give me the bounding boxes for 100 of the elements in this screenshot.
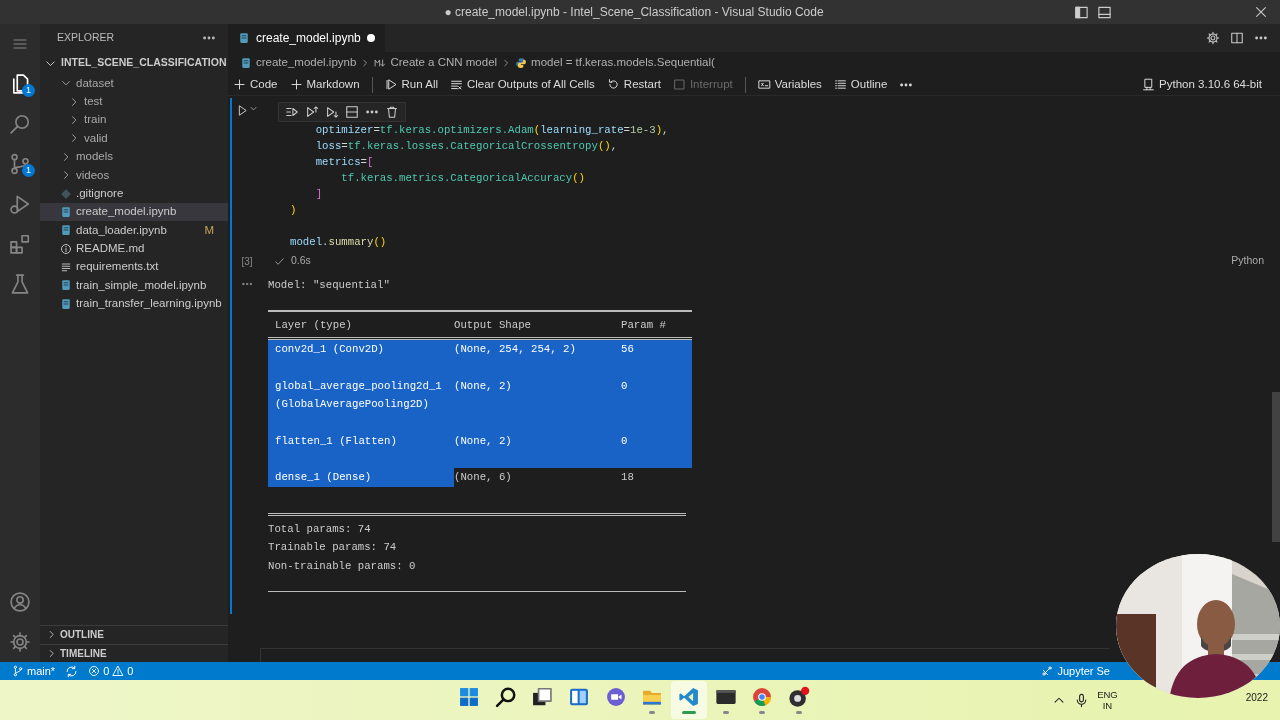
execution-count: [3] <box>241 254 253 269</box>
python-icon <box>515 57 528 69</box>
run-above-icon[interactable] <box>305 105 319 119</box>
table-cell: 56 <box>621 340 692 359</box>
output-text: Trainable params: 74 <box>268 540 398 556</box>
extensions-icon[interactable] <box>9 233 31 255</box>
folder-item[interactable]: models <box>40 147 228 166</box>
toolbar-button[interactable]: Outline <box>833 75 888 94</box>
file-item[interactable]: train_simple_model.ipynb <box>40 276 228 295</box>
code-line: optimizer=tf.keras.optimizers.Adam(learning_rate=1e-3), <box>314 123 670 138</box>
error-count: 0 <box>103 663 110 679</box>
settings-icon[interactable] <box>1206 31 1220 45</box>
count-badge: 1 <box>22 84 35 97</box>
folder-item[interactable]: valid <box>40 129 228 148</box>
sidebar-toggle-icon[interactable] <box>1074 4 1089 20</box>
modified-marker: M <box>204 222 214 238</box>
info-icon <box>60 242 72 255</box>
close-icon[interactable] <box>1254 5 1268 19</box>
run-all-icon <box>384 78 398 91</box>
scrollbar-thumb[interactable] <box>1272 392 1280 542</box>
notebook-file-icon <box>60 297 72 310</box>
file-item[interactable]: create_model.ipynb <box>40 202 228 222</box>
widgets-icon[interactable] <box>567 686 590 708</box>
caret-icon[interactable] <box>249 104 258 113</box>
breadcrumb-item[interactable]: create_model.ipynb <box>256 54 357 72</box>
folder-item[interactable]: videos <box>40 165 228 185</box>
plus-icon <box>289 78 303 91</box>
branch-indicator[interactable]: main* <box>12 662 56 680</box>
toolbar-button[interactable]: Restart <box>606 75 661 94</box>
input-region[interactable]: IN <box>1097 700 1118 711</box>
server-status[interactable]: Jupyter Se <box>1057 662 1110 680</box>
run-icon[interactable] <box>9 193 31 215</box>
notebook-file-icon <box>60 224 72 237</box>
column-header: Output Shape <box>454 317 532 333</box>
folder-header[interactable]: INTEL_SCENE_CLASSIFICATION <box>40 52 228 74</box>
file-item[interactable]: requirements.txt <box>40 257 228 277</box>
flask-icon[interactable] <box>9 273 31 295</box>
account-icon[interactable] <box>9 591 31 613</box>
output-text: Model: "sequential" <box>268 278 391 293</box>
cell-language[interactable]: Python <box>1231 253 1264 269</box>
toolbar-button[interactable]: Variables <box>757 75 822 94</box>
run-below-icon[interactable] <box>325 105 339 119</box>
markdown-icon <box>374 57 387 69</box>
folder-item[interactable]: dataset <box>40 74 228 93</box>
notebook-file-icon <box>238 32 250 44</box>
toolbar-button[interactable]: Code <box>233 75 278 94</box>
folder-item[interactable]: train <box>40 110 228 130</box>
code-line: ] <box>314 187 324 202</box>
file-item[interactable]: data_loader.ipynb M <box>40 221 228 240</box>
file-item[interactable]: train_transfer_learning.ipynb <box>40 294 228 314</box>
settings-icon[interactable] <box>9 631 31 653</box>
problems-indicator[interactable]: 0 0 <box>88 662 134 680</box>
connection-icon[interactable] <box>1041 665 1054 677</box>
warning-count: 0 <box>127 663 134 679</box>
breadcrumb-item[interactable]: model = tf.keras.models.Sequential( <box>531 54 715 72</box>
code-line: metrics=[ <box>314 155 375 170</box>
breadcrumb-item[interactable]: Create a CNN model <box>390 54 498 72</box>
video-chat-icon[interactable] <box>604 686 627 708</box>
editor-tab[interactable]: create_model.ipynb <box>228 24 385 52</box>
window-title: ● create_model.ipynb - Intel_Scene_Classification - Visual Studio Code <box>444 4 824 21</box>
warning-icon <box>112 665 125 677</box>
toolbar-button[interactable]: Clear Outputs of All Cells <box>450 75 595 94</box>
table-cell: dense_1 (Dense) <box>268 468 454 487</box>
toolbar-button[interactable]: Markdown <box>289 75 360 94</box>
run-cells-icon[interactable] <box>285 105 299 119</box>
browser-icon[interactable] <box>751 686 774 708</box>
toolbar-button[interactable]: Run All <box>384 75 438 94</box>
diamond-icon <box>60 187 72 200</box>
variables-icon <box>757 78 771 91</box>
overlapping-windows-icon[interactable] <box>531 686 554 708</box>
trash-icon[interactable] <box>385 105 399 119</box>
notebook-file-icon <box>60 205 72 218</box>
file-item[interactable]: README.md <box>40 239 228 258</box>
sync-icon[interactable] <box>65 664 79 678</box>
search-icon[interactable] <box>494 686 517 708</box>
kernel-picker[interactable]: Python 3.10.6 64-bit <box>1142 75 1262 94</box>
windows-logo-icon[interactable] <box>457 686 480 708</box>
recorder-icon[interactable] <box>788 686 811 708</box>
column-header: Layer (type) <box>274 317 353 333</box>
column-header: Param # <box>621 317 667 333</box>
input-language[interactable]: ENG <box>1097 689 1118 700</box>
section-header[interactable]: OUTLINE <box>40 625 228 644</box>
split-cell-icon[interactable] <box>345 105 359 119</box>
folder-item[interactable]: test <box>40 92 228 111</box>
run-cell-icon[interactable] <box>236 104 249 117</box>
file-item[interactable]: .gitignore <box>40 184 228 203</box>
restart-icon <box>606 78 620 91</box>
branch-icon[interactable] <box>9 153 31 175</box>
table-cell-text: 18 <box>621 470 635 486</box>
panel-toggle-icon[interactable] <box>1097 4 1112 20</box>
clock-date[interactable]: 2022 <box>1245 690 1268 705</box>
table-cell: (None, 2) <box>454 376 621 414</box>
table-cell: (None, 254, 254, 2) <box>454 340 621 359</box>
split-editor-icon[interactable] <box>1230 31 1244 45</box>
table-cell: 0 <box>621 376 692 414</box>
output-text: Total params: 74 <box>268 521 372 537</box>
plus-icon <box>233 78 246 91</box>
notebook-file-icon <box>240 57 252 69</box>
notebook-file-icon <box>60 279 72 292</box>
code-editor-icon[interactable] <box>678 686 701 708</box>
